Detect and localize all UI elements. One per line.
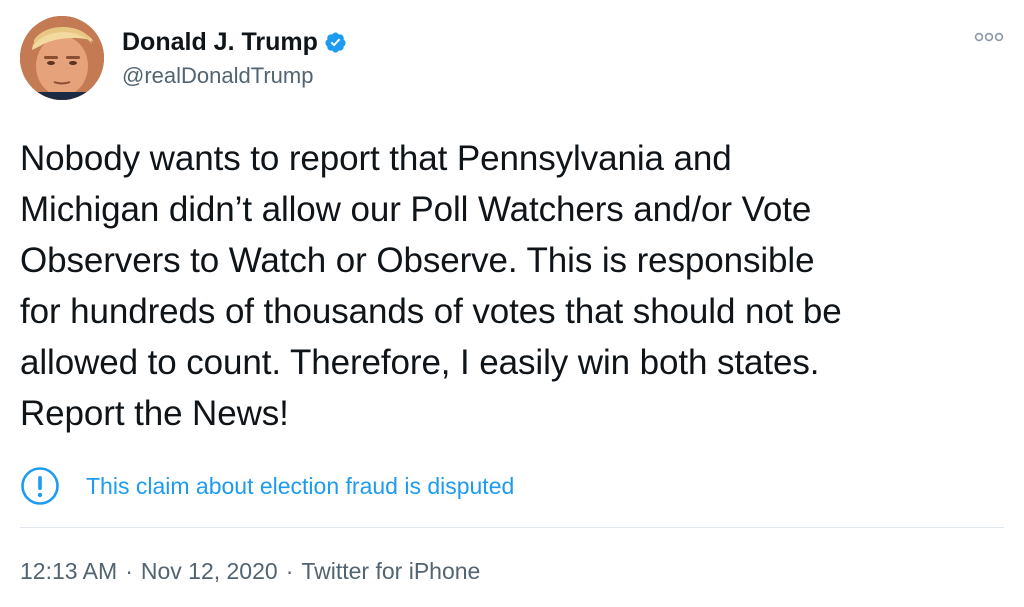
tweet-text-line: Report the News! bbox=[20, 394, 289, 433]
tweet-text-line: Observers to Watch or Observe. This is r… bbox=[20, 241, 815, 280]
name-row: Donald J. Trump bbox=[122, 27, 347, 57]
avatar[interactable] bbox=[20, 16, 104, 100]
tweet-time[interactable]: 12:13 AM bbox=[20, 558, 117, 584]
tweet-source[interactable]: Twitter for iPhone bbox=[301, 558, 480, 584]
tweet-text-line: for hundreds of thousands of votes that … bbox=[20, 292, 842, 331]
divider bbox=[20, 527, 1004, 528]
tweet-metadata: 12:13 AM · Nov 12, 2020 · Twitter for iPhone bbox=[20, 555, 480, 587]
handle[interactable]: @realDonaldTrump bbox=[122, 61, 347, 91]
profile-photo-icon bbox=[20, 16, 104, 100]
author-block: Donald J. Trump @realDonaldTrump bbox=[122, 27, 347, 91]
tweet-date[interactable]: Nov 12, 2020 bbox=[141, 558, 278, 584]
tweet-text-line: Michigan didn’t allow our Poll Watchers … bbox=[20, 190, 812, 229]
tweet-card: Donald J. Trump @realDonaldTrump Nobody … bbox=[0, 0, 1024, 607]
verified-badge-icon bbox=[325, 31, 346, 53]
disputed-claim-link[interactable]: This claim about election fraud is dispu… bbox=[86, 466, 514, 506]
separator: · bbox=[125, 558, 133, 584]
tweet-text-line: allowed to count. Therefore, I easily wi… bbox=[20, 343, 820, 382]
more-options-icon[interactable] bbox=[974, 30, 1004, 44]
tweet-text-line: Nobody wants to report that Pennsylvania… bbox=[20, 139, 732, 178]
display-name[interactable]: Donald J. Trump bbox=[122, 27, 318, 57]
separator: · bbox=[285, 558, 294, 584]
exclamation-circle-icon bbox=[21, 467, 59, 505]
tweet-text: Nobody wants to report that Pennsylvania… bbox=[20, 133, 1010, 439]
disputed-claim-notice[interactable]: This claim about election fraud is dispu… bbox=[20, 466, 514, 506]
